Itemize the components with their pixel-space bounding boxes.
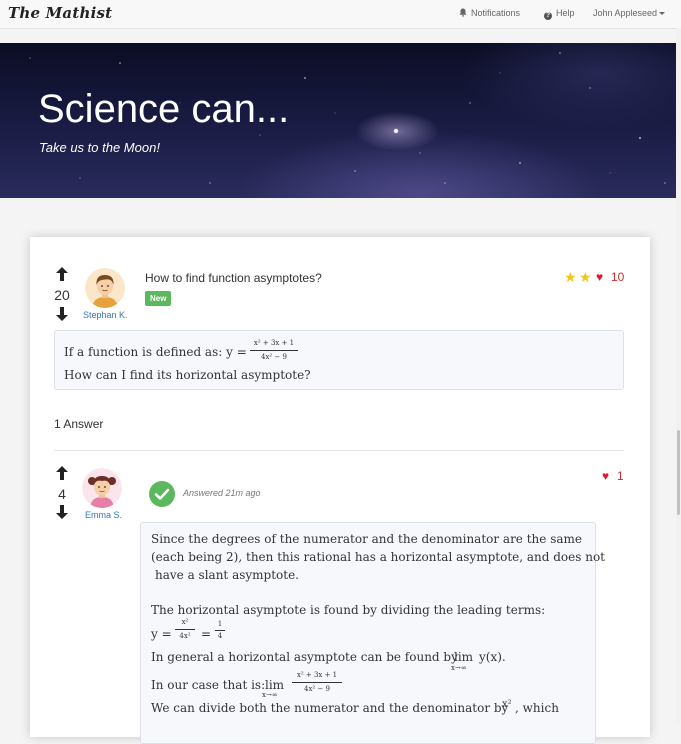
equation-prefix: y = [151,627,172,641]
answer-text: In general a horizontal asymptote can be… [151,650,458,664]
fraction-numerator: 1 [217,620,223,628]
fraction-bar [250,350,298,351]
hero-subtitle: Take us to the Moon! [39,140,160,155]
answer-author-name[interactable]: Emma S. [85,510,122,520]
question-rating: ★ ★ ♥ 10 [564,269,634,285]
limit-symbol: lim [265,678,285,692]
answer-favorite-count: 1 [617,469,624,483]
answer-text: , which [515,701,559,715]
answer-author-avatar[interactable] [82,468,122,508]
notifications-link[interactable]: Notifications [459,8,520,18]
fraction-bar [175,629,195,630]
limit-subscript: x→∞ [262,691,278,699]
bell-icon [459,8,467,17]
star-icon: ★ [579,269,592,285]
divider [54,450,624,451]
fraction-numerator: x² [181,618,189,626]
hero-title: Science can... [38,87,290,131]
new-badge: New [145,291,172,306]
question-card: 20 Stephan K. How to find function asymp… [30,237,650,744]
answer-vote-count: 4 [58,486,66,502]
equals-sign: = [201,627,212,641]
upvote-arrow-icon[interactable] [56,466,68,480]
heart-icon[interactable]: ♥ [602,469,609,483]
answer-text: The horizontal asymptote is found by div… [151,603,546,617]
answer-text: Since the degrees of the numerator and t… [151,532,582,546]
fraction-denominator: 4x² − 9 [261,353,287,361]
fraction-denominator: 4 [217,632,223,640]
help-link[interactable]: ? Help [544,8,575,20]
fraction-denominator: 4x² − 9 [304,685,330,693]
limit-symbol: lim [454,650,474,664]
question-text-line2: How can I find its horizontal asymptote? [64,368,311,382]
fraction-bar [215,630,225,631]
question-title[interactable]: How to find function asymptotes? [145,271,322,285]
hero-banner: Science can... Take us to the Moon! [0,43,681,198]
star-icon: ★ [564,269,577,285]
favorite-count: 10 [611,270,625,284]
brand-logo[interactable]: The Mathist [8,4,112,22]
chevron-down-icon [659,12,666,15]
upvote-arrow-icon[interactable] [56,267,68,281]
help-label: Help [556,8,575,18]
function-notation: y(x). [479,650,506,664]
answer-text: have a slant asymptote. [155,568,299,582]
user-menu[interactable]: John Appleseed [593,8,666,18]
user-name: John Appleseed [593,8,658,18]
accepted-check-icon [149,481,175,507]
fraction: 1 4 [215,620,225,646]
heart-icon[interactable]: ♥ [596,270,603,284]
downvote-arrow-icon[interactable] [56,307,68,321]
scrollbar-track[interactable] [676,28,681,722]
author-avatar[interactable] [85,268,125,308]
downvote-arrow-icon[interactable] [56,505,68,519]
fraction: x² + 3x + 1 4x² − 9 [250,339,298,363]
question-text-line1: If a function is defined as: y = [64,345,247,359]
limit-subscript: x→∞ [451,664,467,672]
answer-text: We can divide both the numerator and the… [151,701,509,715]
question-author-name[interactable]: Stephan K. [83,310,128,320]
fraction-numerator: x² + 3x + 1 [253,339,295,347]
answered-timestamp: Answered 21m ago [183,488,261,498]
variable: x² [502,699,512,710]
scrollbar-thumb[interactable] [677,430,680,515]
answer-text: (each being 2), then this rational has a… [151,550,606,564]
help-icon: ? [544,12,552,20]
fraction-numerator: x² + 3x + 1 [296,671,338,679]
question-body: If a function is defined as: y = x² + 3x… [54,330,624,390]
fraction: x² + 3x + 1 4x² − 9 [292,671,342,697]
fraction-denominator: 4x² [179,632,191,640]
fraction: x² 4x² [175,618,195,644]
answer-text: In our case that is: [151,678,266,692]
answer-body: Since the degrees of the numerator and t… [140,522,605,744]
notifications-label: Notifications [471,8,521,18]
fraction-bar [292,682,342,683]
top-navbar: The Mathist Notifications ? Help John App… [0,0,681,29]
question-vote-count: 20 [54,287,70,303]
answers-count-label: 1 Answer [54,417,104,431]
